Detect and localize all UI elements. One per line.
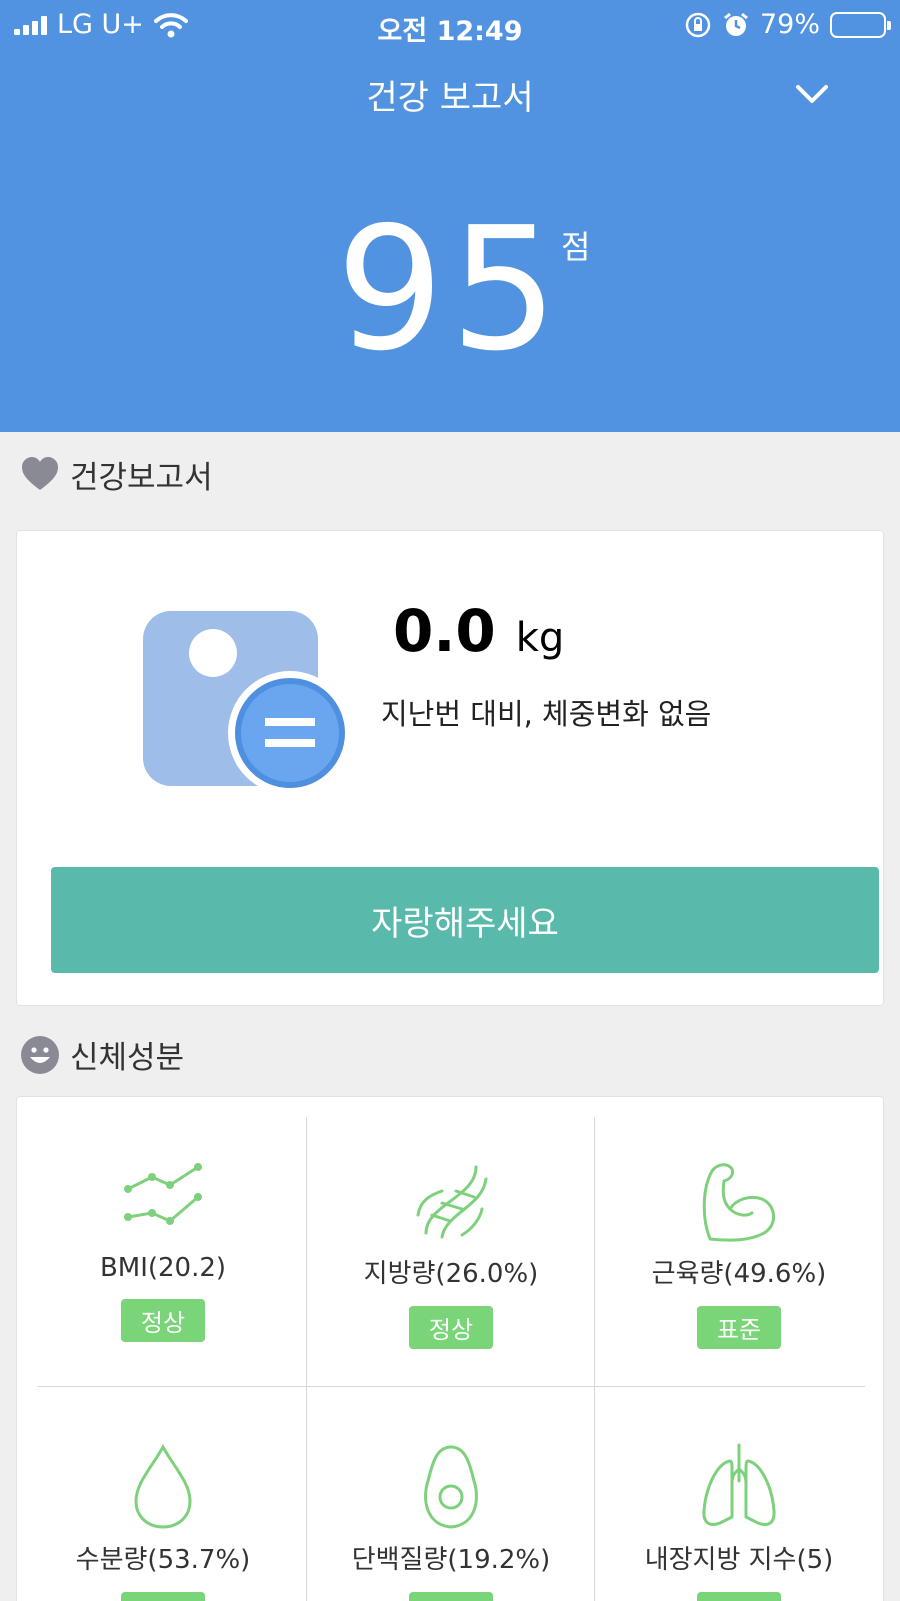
status-badge: 표준	[696, 1306, 782, 1349]
weight-unchanged-icon	[143, 611, 352, 795]
metric-label: BMI(20.2)	[99, 1253, 227, 1283]
trend-chart-icon	[124, 1163, 202, 1225]
metric-label: 수분량(53.7%)	[75, 1545, 251, 1575]
metric-label: 내장지방 지수(5)	[644, 1545, 834, 1575]
metric-water[interactable]: 수분량(53.7%) 정상	[19, 1441, 307, 1601]
weight-change-description: 지난번 대비, 체중변화 없음	[381, 697, 712, 731]
metric-protein[interactable]: 단백질량(19.2%) 표준	[307, 1441, 595, 1601]
metric-label: 지방량(26.0%)	[363, 1259, 539, 1289]
weight-change-unit: kg	[515, 615, 565, 661]
health-report-card: 0.0 kg 지난번 대비, 체중변화 없음 자랑해주세요	[16, 530, 884, 1006]
status-badge: 정상	[696, 1592, 782, 1601]
weight-change: 0.0 kg	[393, 597, 564, 665]
avocado-icon	[424, 1445, 478, 1529]
weight-change-value: 0.0	[393, 597, 496, 665]
lungs-icon	[702, 1443, 776, 1526]
heart-icon	[22, 456, 58, 490]
battery-icon	[830, 11, 891, 38]
metric-visceral-fat[interactable]: 내장지방 지수(5) 정상	[595, 1441, 883, 1601]
score-unit: 점	[561, 228, 591, 266]
page-title: 건강 보고서	[366, 78, 534, 118]
status-badge: 정상	[408, 1306, 494, 1349]
battery-percent: 79%	[759, 9, 820, 40]
metric-label: 근육량(49.6%)	[651, 1259, 827, 1289]
body-composition-title: 신체성분	[70, 1040, 185, 1076]
dna-icon	[416, 1165, 488, 1239]
muscle-arm-icon	[702, 1163, 775, 1242]
score-header: LG U+ 오전 12:49 79% 건강 보고서 95 점	[0, 0, 900, 432]
water-drop-icon	[134, 1443, 192, 1529]
metric-fat[interactable]: 지방량(26.0%) 정상	[307, 1155, 595, 1349]
status-badge: 정상	[120, 1592, 206, 1601]
status-badge: 표준	[408, 1592, 494, 1601]
status-bar: LG U+ 오전 12:49 79%	[0, 0, 900, 50]
alarm-icon	[724, 12, 748, 36]
chevron-down-icon[interactable]	[794, 76, 830, 112]
metric-muscle[interactable]: 근육량(49.6%) 표준	[595, 1155, 883, 1349]
smiley-icon	[21, 1035, 59, 1074]
praise-button[interactable]: 자랑해주세요	[51, 867, 879, 973]
metric-bmi[interactable]: BMI(20.2) 정상	[19, 1155, 307, 1342]
status-badge: 정상	[120, 1299, 206, 1342]
metric-label: 단백질량(19.2%)	[351, 1545, 551, 1575]
health-score: 95	[335, 191, 565, 389]
body-composition-heading: 신체성분	[20, 1032, 184, 1077]
health-report-heading: 건강보고서	[20, 452, 213, 497]
body-composition-card: BMI(20.2) 정상 지방량(26.0%) 정상 근육량(49.6%) 표준…	[16, 1096, 884, 1601]
rotation-lock-icon	[685, 12, 711, 37]
health-report-title: 건강보고서	[70, 460, 213, 496]
